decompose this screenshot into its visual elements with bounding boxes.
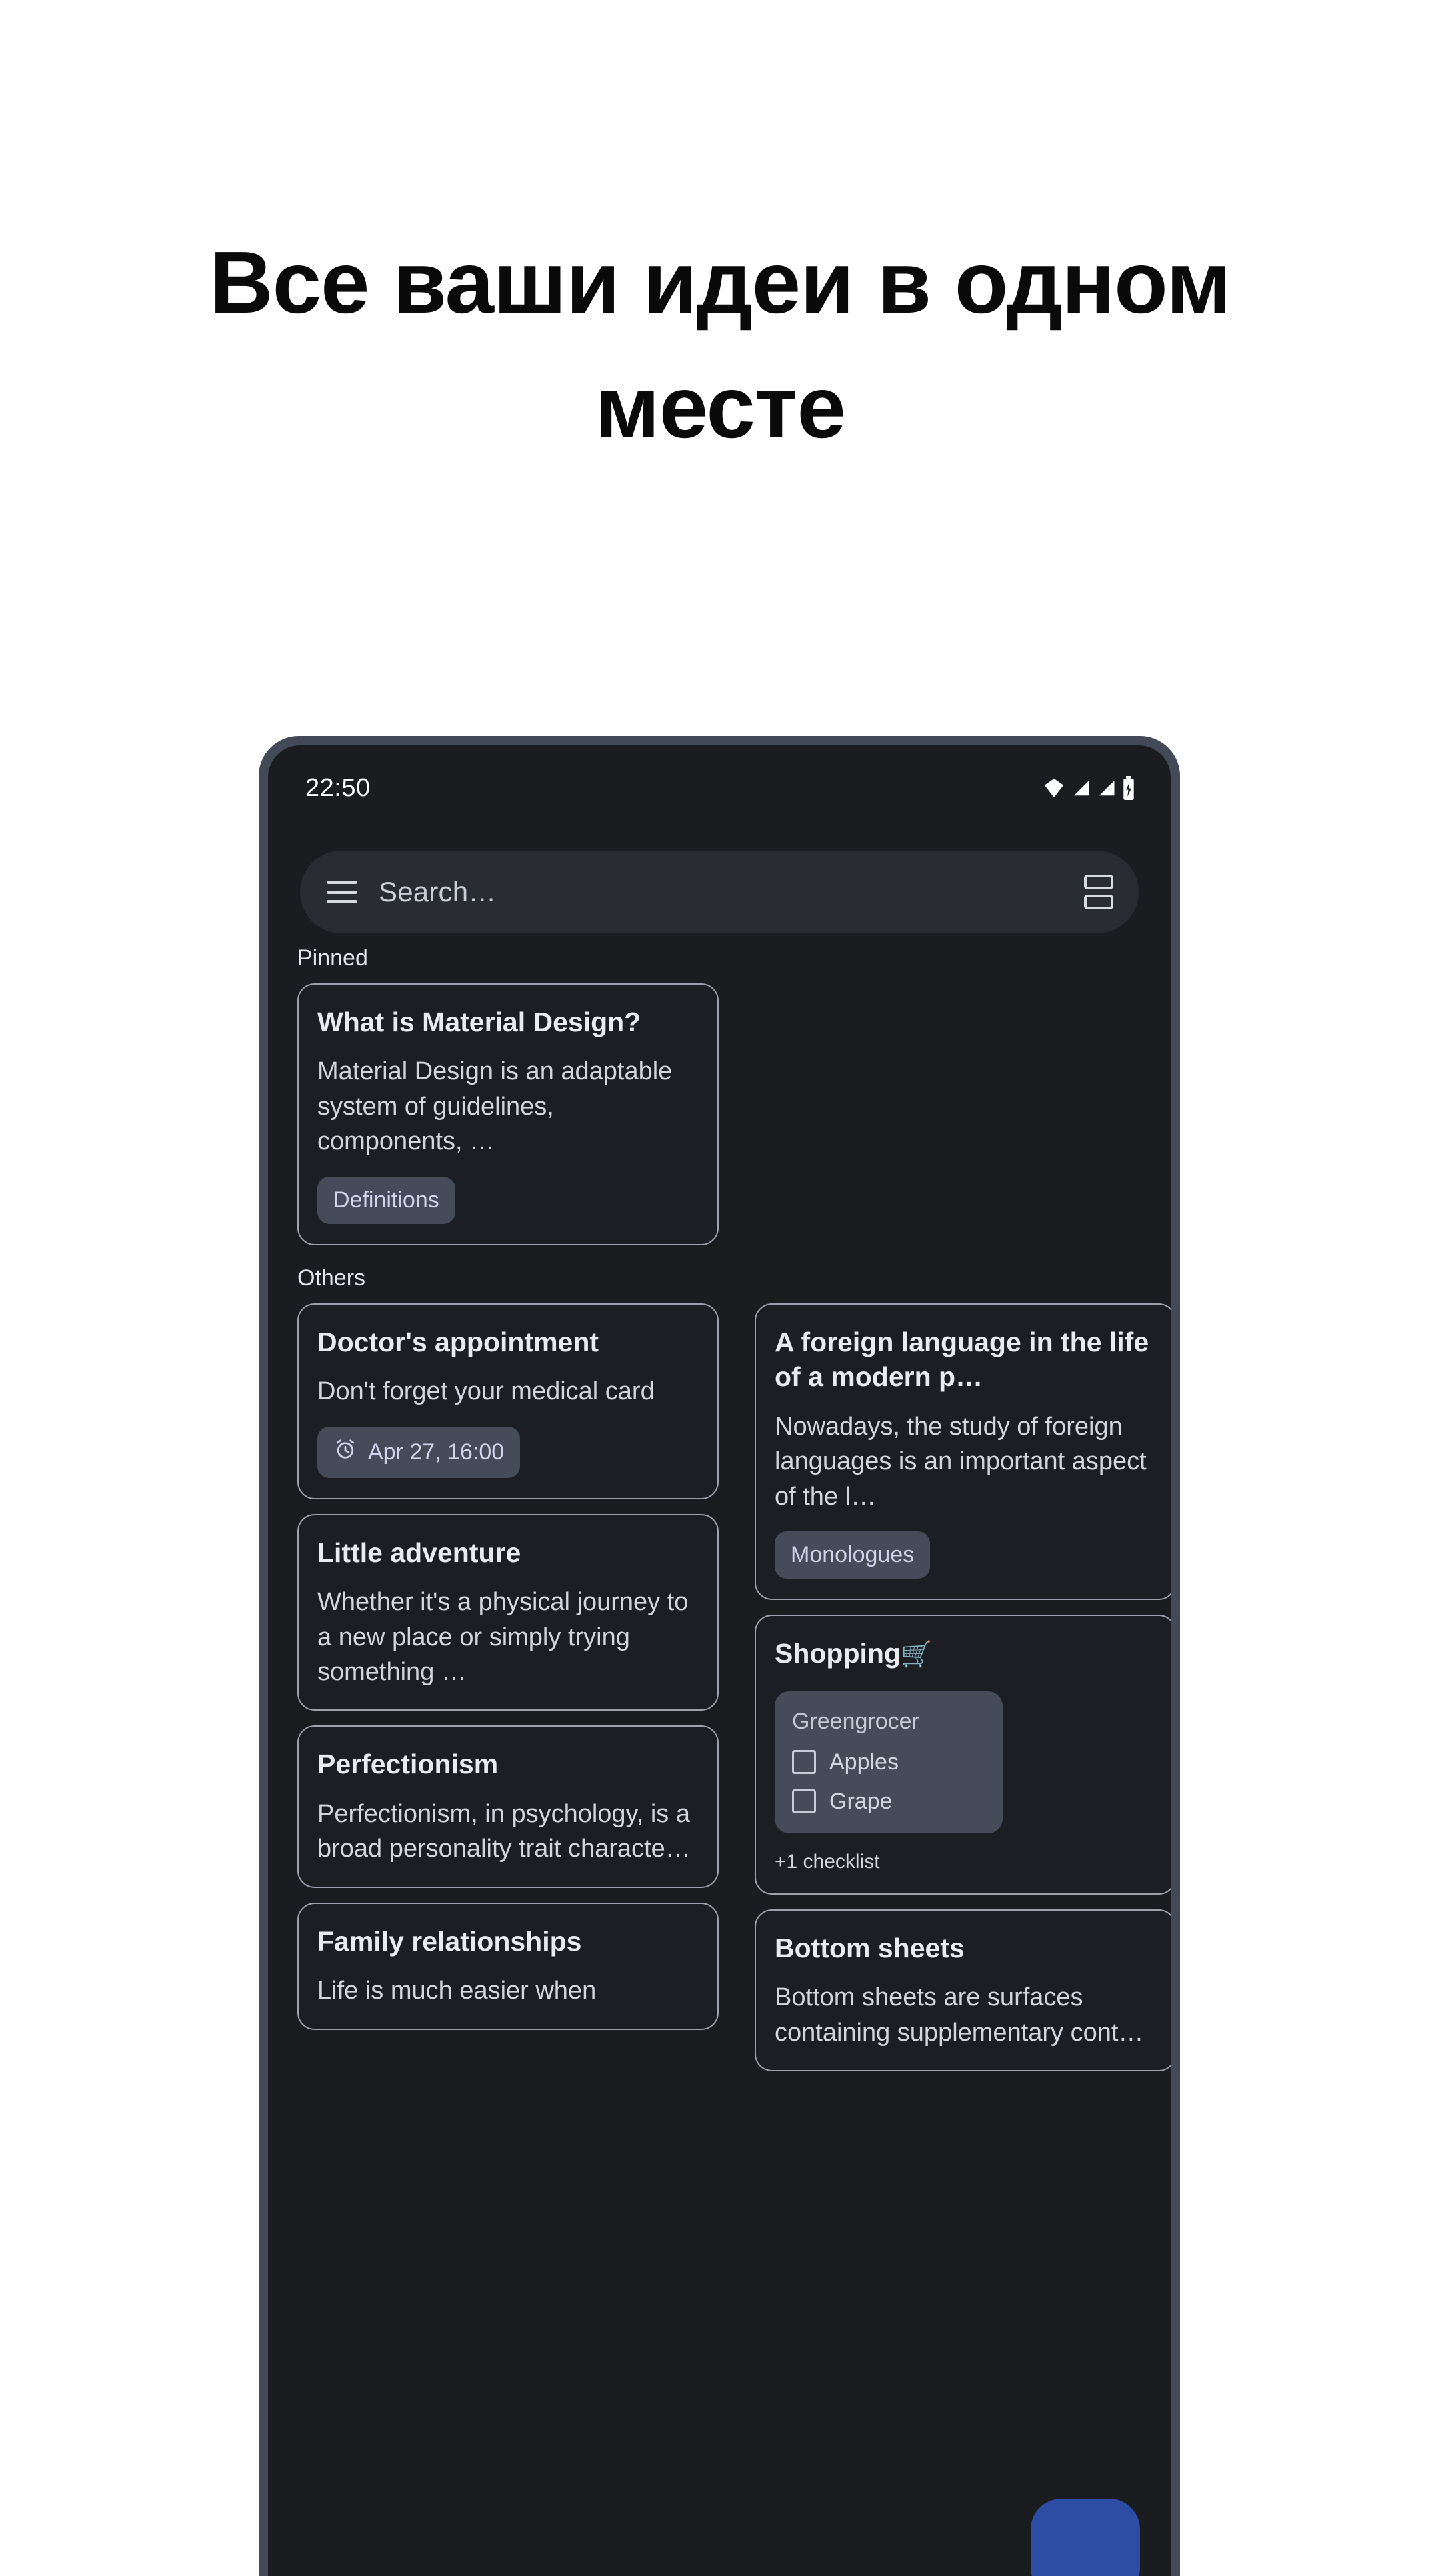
note-reminder-label: Apr 27, 16:00	[368, 1439, 505, 1465]
note-card[interactable]: Family relationships Life is much easier…	[297, 1902, 719, 2030]
notes-list: Pinned What is Material Design? Material…	[268, 945, 1171, 2576]
note-title: A foreign language in the life of a mode…	[775, 1326, 1149, 1393]
status-bar-time: 22:50	[305, 773, 371, 802]
note-card[interactable]: Bottom sheets Bottom sheets are surfaces…	[755, 1909, 1171, 2071]
checklist-item[interactable]: Apples	[792, 1749, 985, 1775]
note-body: Whether it's a physical journey to a new…	[317, 1588, 689, 1687]
checkbox-unchecked-icon[interactable]	[792, 1750, 816, 1775]
note-title: What is Material Design?	[317, 1007, 641, 1037]
note-reminder-chip[interactable]: Apr 27, 16:00	[317, 1426, 521, 1478]
note-body: Life is much easier when	[317, 1977, 597, 2005]
add-note-fab[interactable]	[1031, 2499, 1140, 2576]
notes-column-left: Doctor's appointment Don't forget your m…	[297, 1303, 719, 2045]
note-title: Bottom sheets	[775, 1932, 965, 1963]
alarm-clock-icon	[333, 1437, 357, 1467]
status-bar: 22:50	[268, 745, 1171, 831]
checklist-item-label: Apples	[829, 1749, 899, 1775]
wifi-icon	[1043, 777, 1065, 799]
search-input[interactable]: Search…	[379, 876, 1063, 908]
checkbox-unchecked-icon[interactable]	[792, 1789, 816, 1814]
checklist-item-label: Grape	[829, 1788, 893, 1814]
note-card[interactable]: Little adventure Whether it's a physical…	[297, 1513, 719, 1711]
note-card[interactable]: Doctor's appointment Don't forget your m…	[297, 1303, 719, 1499]
list-view-toggle-icon[interactable]	[1084, 875, 1113, 909]
hamburger-menu-icon[interactable]	[327, 881, 357, 903]
page-title: Все ваши идеи в одном месте	[209, 233, 1231, 457]
note-title: Family relationships	[317, 1925, 582, 1957]
shopping-cart-icon: 🛒	[901, 1641, 933, 1669]
note-tag-chip[interactable]: Monologues	[775, 1531, 931, 1579]
signal-icon	[1071, 778, 1091, 798]
notes-column-right: A foreign language in the life of a mode…	[755, 1303, 1171, 2086]
note-card[interactable]: Shopping🛒 Greengrocer Apples Grape +1 ch…	[755, 1615, 1171, 1895]
note-title: Doctor's appointment	[317, 1326, 599, 1357]
pinned-notes-row: What is Material Design? Material Design…	[268, 983, 1171, 1245]
note-body: Bottom sheets are surfaces containing su…	[775, 1983, 1144, 2047]
section-label-pinned: Pinned	[297, 945, 368, 971]
section-label-others: Others	[297, 1265, 366, 1291]
checklist-item[interactable]: Grape	[792, 1789, 985, 1815]
note-tag-label: Monologues	[791, 1542, 915, 1568]
signal-icon	[1096, 778, 1116, 798]
note-body: Material Design is an adaptable system o…	[317, 1057, 673, 1156]
note-body: Perfectionism, in psychology, is a broad…	[317, 1799, 691, 1863]
note-body: Don't forget your medical card	[317, 1377, 655, 1406]
checklist-box[interactable]: Greengrocer Apples Grape	[775, 1691, 1003, 1833]
checklist-title: Greengrocer	[792, 1708, 919, 1734]
note-card[interactable]: A foreign language in the life of a mode…	[755, 1303, 1171, 1601]
note-body: Nowadays, the study of foreign languages…	[775, 1412, 1147, 1511]
note-title: Shopping🛒	[775, 1636, 1156, 1671]
note-card[interactable]: Perfectionism Perfectionism, in psycholo…	[297, 1725, 719, 1888]
notes-grid: Doctor's appointment Don't forget your m…	[268, 1303, 1171, 2086]
more-checklists-label: +1 checklist	[775, 1850, 880, 1873]
note-tag-chip[interactable]: Definitions	[317, 1176, 455, 1224]
note-title-text: Shopping	[775, 1638, 901, 1669]
phone-frame: 22:50 Search… Pinned What is Material De…	[259, 736, 1180, 2576]
search-bar[interactable]: Search…	[300, 851, 1139, 933]
battery-charging-icon	[1121, 776, 1136, 800]
phone-screen: 22:50 Search… Pinned What is Material De…	[268, 745, 1171, 2576]
note-card[interactable]: What is Material Design? Material Design…	[297, 983, 719, 1245]
note-title: Perfectionism	[317, 1749, 499, 1780]
note-tag-label: Definitions	[333, 1187, 439, 1213]
note-title: Little adventure	[317, 1537, 521, 1568]
status-bar-icons	[1043, 776, 1136, 800]
